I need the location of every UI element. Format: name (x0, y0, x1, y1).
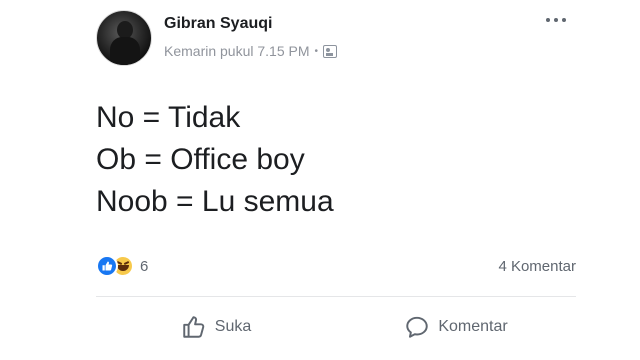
post-line: No = Tidak (96, 101, 241, 134)
like-button[interactable]: Suka (96, 305, 336, 349)
post-header: Gibran Syauqi Kemarin pukul 7.15 PM • (96, 10, 338, 66)
post-actions: Suka Komentar (96, 305, 576, 349)
post-line: Noob = Lu semua (96, 185, 334, 218)
more-options-icon[interactable] (546, 18, 566, 22)
comment-label: Komentar (438, 318, 508, 335)
avatar[interactable] (96, 10, 152, 66)
post-timestamp[interactable]: Kemarin pukul 7.15 PM (164, 43, 310, 59)
like-reaction-icon (96, 255, 118, 277)
reaction-count[interactable]: 6 (140, 258, 148, 275)
haha-mouth (117, 265, 129, 271)
comment-count[interactable]: 4 Komentar (498, 258, 576, 275)
post-line: Ob = Office boy (96, 143, 305, 176)
thumbs-up-icon (102, 261, 113, 271)
friends-icon[interactable] (323, 44, 338, 58)
more-dot (546, 18, 550, 22)
comment-button[interactable]: Komentar (336, 305, 576, 349)
post-card: Gibran Syauqi Kemarin pukul 7.15 PM • No… (0, 0, 640, 360)
reactions-summary[interactable]: 6 (96, 255, 148, 277)
more-dot (554, 18, 558, 22)
divider (96, 296, 576, 297)
post-meta: Gibran Syauqi Kemarin pukul 7.15 PM • (164, 10, 338, 59)
meta-separator: • (314, 45, 319, 57)
post-content: No = Tidak Ob = Office boy Noob = Lu sem… (96, 97, 334, 223)
comment-bubble-icon (406, 316, 429, 338)
post-timeline: Kemarin pukul 7.15 PM • (164, 43, 338, 59)
like-label: Suka (214, 318, 252, 335)
more-dot (562, 18, 566, 22)
thumbs-up-outline-icon (183, 316, 205, 338)
avatar-figure-body (110, 37, 140, 65)
author-name[interactable]: Gibran Syauqi (164, 14, 337, 34)
reactions-bar: 6 4 Komentar (96, 254, 576, 278)
